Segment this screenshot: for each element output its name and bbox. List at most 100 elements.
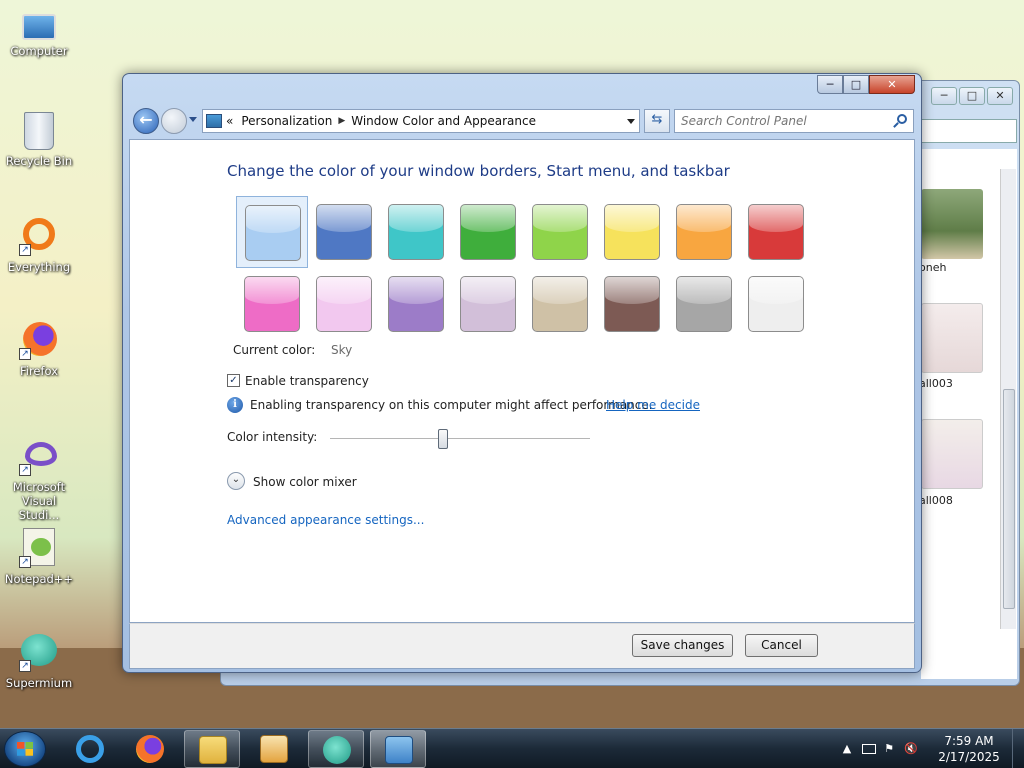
color-swatch[interactable] <box>740 196 812 268</box>
start-button[interactable] <box>4 731 46 767</box>
color-swatch[interactable] <box>380 196 452 268</box>
shortcut-arrow-icon: ↗ <box>19 660 31 672</box>
chevron-down-icon: ⌄ <box>231 474 241 485</box>
enable-transparency-label[interactable]: Enable transparency <box>245 374 369 388</box>
current-color-label: Current color: <box>233 343 316 357</box>
wallpaper-thumbnail[interactable] <box>921 303 983 373</box>
desktop-icon-notepad-plus-plus[interactable]: ↗ Notepad++ <box>4 528 74 586</box>
show-hidden-icons-button[interactable]: ▲ <box>840 743 854 755</box>
color-swatch[interactable] <box>524 268 596 340</box>
thumbnail-label: oneh <box>919 261 947 274</box>
visual-studio-icon: ↗ <box>19 436 59 476</box>
taskbar: ▲ ⚑ 🔇 7:59 AM 2/17/2025 <box>0 728 1024 768</box>
clock-date: 2/17/2025 <box>938 750 1000 764</box>
supermium-icon <box>323 736 351 764</box>
breadcrumb-personalization[interactable]: Personalization <box>241 114 332 128</box>
search-box[interactable] <box>674 109 914 133</box>
clock[interactable]: 7:59 AM 2/17/2025 <box>934 733 1004 765</box>
action-center-flag-icon[interactable]: ⚑ <box>882 743 896 755</box>
info-icon: i <box>227 397 243 413</box>
maximize-button[interactable]: □ <box>843 75 869 94</box>
color-swatch[interactable] <box>236 268 308 340</box>
breadcrumb-overflow[interactable]: « <box>226 114 233 128</box>
main-content: Change the color of your window borders,… <box>129 139 915 623</box>
taskbar-supermium[interactable] <box>308 730 364 768</box>
cancel-button[interactable]: Cancel <box>745 634 818 657</box>
desktop-icon-label: Computer <box>10 44 68 58</box>
save-changes-button[interactable]: Save changes <box>632 634 733 657</box>
desktop-icon-supermium[interactable]: ↗ Supermium <box>4 632 74 690</box>
color-intensity-slider-thumb[interactable] <box>437 429 448 449</box>
back-arrow-icon: ← <box>139 110 153 129</box>
page-title: Change the color of your window borders,… <box>227 162 730 180</box>
control-panel-icon <box>206 114 222 128</box>
system-tray: ▲ ⚑ 🔇 7:59 AM 2/17/2025 <box>834 729 1024 768</box>
show-color-mixer-label[interactable]: Show color mixer <box>253 475 357 489</box>
background-scrollbar[interactable] <box>1000 169 1016 629</box>
taskbar-firefox[interactable] <box>122 730 178 768</box>
wallpaper-thumbnail[interactable] <box>921 189 983 259</box>
color-swatch[interactable] <box>740 268 812 340</box>
color-swatch[interactable] <box>668 268 740 340</box>
desktop-icon-everything[interactable]: ↗ Everything <box>4 216 74 274</box>
desktop-icon-firefox[interactable]: ↗ Firefox <box>4 320 74 378</box>
advanced-appearance-link[interactable]: Advanced appearance settings... <box>227 513 424 527</box>
color-swatch[interactable] <box>452 196 524 268</box>
desktop-icon-computer[interactable]: Computer <box>4 10 74 58</box>
network-icon[interactable] <box>862 744 876 754</box>
close-button[interactable]: ✕ <box>869 75 915 94</box>
media-player-icon <box>260 735 288 763</box>
background-search-input[interactable] <box>921 119 1017 143</box>
breadcrumb-separator-icon[interactable]: ▶ <box>338 116 345 126</box>
color-swatch[interactable] <box>596 196 668 268</box>
color-swatch[interactable] <box>596 268 668 340</box>
folder-icon <box>199 736 227 764</box>
color-swatch[interactable] <box>452 268 524 340</box>
taskbar-control-panel[interactable] <box>370 730 426 768</box>
color-swatch-tile <box>316 204 372 260</box>
address-dropdown-icon[interactable] <box>627 119 635 124</box>
back-button[interactable]: ← <box>133 108 159 134</box>
supermium-icon: ↗ <box>19 632 59 672</box>
color-swatch[interactable] <box>308 196 380 268</box>
search-icon[interactable] <box>897 114 907 124</box>
minimize-button[interactable]: ─ <box>817 75 843 94</box>
color-swatch-tile <box>748 276 804 332</box>
taskbar-internet-explorer[interactable] <box>62 730 118 768</box>
color-swatch[interactable] <box>668 196 740 268</box>
breadcrumb-window-color[interactable]: Window Color and Appearance <box>351 114 536 128</box>
scrollbar-thumb[interactable] <box>1003 389 1015 609</box>
close-button[interactable]: ✕ <box>987 87 1013 105</box>
navigation-bar: ← « Personalization ▶ Window Color and A… <box>131 105 915 135</box>
color-swatch[interactable] <box>524 196 596 268</box>
address-bar[interactable]: « Personalization ▶ Window Color and App… <box>202 109 640 133</box>
taskbar-media-player[interactable] <box>246 730 302 768</box>
minimize-button[interactable]: ─ <box>931 87 957 105</box>
color-swatch[interactable] <box>308 268 380 340</box>
maximize-button[interactable]: □ <box>959 87 985 105</box>
desktop-icon-recycle-bin[interactable]: Recycle Bin <box>4 112 74 168</box>
enable-transparency-checkbox[interactable]: ✓ <box>227 374 240 387</box>
taskbar-file-explorer[interactable] <box>184 730 240 768</box>
color-swatch-tile <box>245 205 301 261</box>
help-me-decide-link[interactable]: Help me decide <box>606 398 700 412</box>
color-swatch-tile <box>388 204 444 260</box>
shortcut-arrow-icon: ↗ <box>19 556 31 568</box>
refresh-button[interactable]: ⇆ <box>644 109 670 133</box>
color-swatch[interactable] <box>236 196 308 268</box>
color-swatch[interactable] <box>380 268 452 340</box>
show-desktop-button[interactable] <box>1012 729 1024 768</box>
color-intensity-slider[interactable] <box>330 438 590 440</box>
recent-pages-dropdown[interactable] <box>189 117 197 122</box>
caption-buttons: ─ □ ✕ <box>817 75 915 94</box>
color-swatch-tile <box>460 204 516 260</box>
show-color-mixer-button[interactable]: ⌄ <box>227 472 245 490</box>
forward-button[interactable] <box>161 108 187 134</box>
window-color-appearance-window[interactable]: ─ □ ✕ ← « Personalization ▶ Window Color… <box>122 73 922 673</box>
desktop-icon-visual-studio[interactable]: ↗ Microsoft Visual Studi... <box>4 436 74 522</box>
everything-icon: ↗ <box>19 216 59 256</box>
volume-muted-icon[interactable]: 🔇 <box>904 743 918 755</box>
wallpaper-thumbnail[interactable] <box>921 419 983 489</box>
color-swatch-tile <box>388 276 444 332</box>
search-input[interactable] <box>681 111 891 131</box>
